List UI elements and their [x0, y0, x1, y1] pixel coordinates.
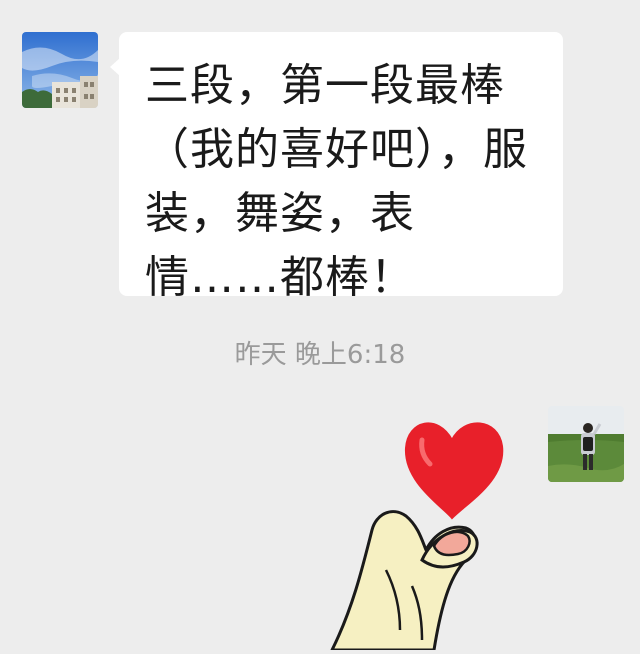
contact-avatar-image	[22, 32, 98, 108]
message-timestamp: 昨天 晚上6:18	[234, 340, 406, 370]
my-avatar[interactable]	[548, 406, 624, 482]
finger-heart-sticker-icon[interactable]	[322, 410, 532, 652]
heart-icon	[404, 422, 504, 520]
contact-avatar[interactable]	[22, 32, 98, 108]
message-bubble[interactable]: 三段，第一段最棒（我的喜好吧），服装，舞姿，表情……都棒！	[110, 32, 563, 303]
my-avatar-image	[548, 406, 624, 482]
message-text: 三段，第一段最棒（我的喜好吧），服装，舞姿，表情……都棒！	[145, 60, 528, 303]
finger-heart-drawing	[330, 422, 504, 652]
